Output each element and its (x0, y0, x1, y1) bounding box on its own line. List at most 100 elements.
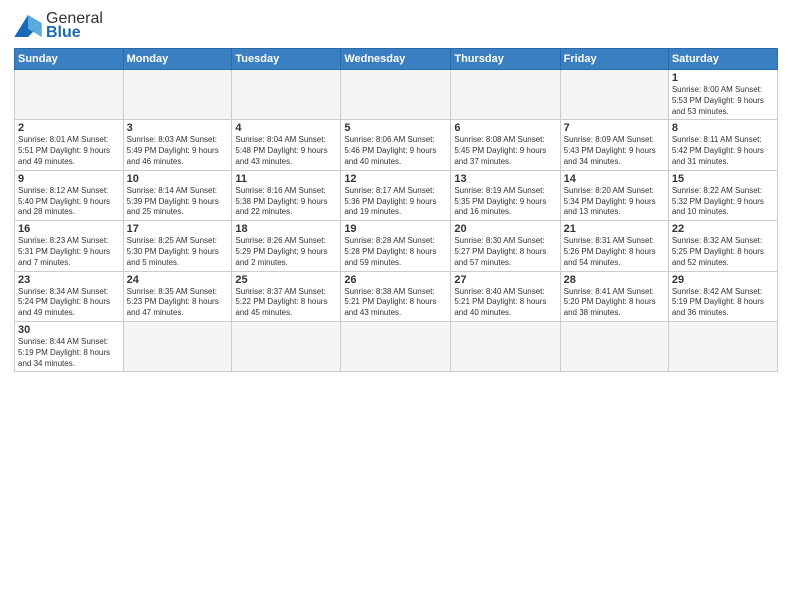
calendar-cell: 9Sunrise: 8:12 AM Sunset: 5:40 PM Daylig… (15, 170, 124, 220)
calendar-week-row: 9Sunrise: 8:12 AM Sunset: 5:40 PM Daylig… (15, 170, 778, 220)
calendar-cell: 26Sunrise: 8:38 AM Sunset: 5:21 PM Dayli… (341, 271, 451, 321)
weekday-header-sunday: Sunday (15, 49, 124, 70)
calendar-week-row: 1Sunrise: 8:00 AM Sunset: 5:53 PM Daylig… (15, 70, 778, 120)
day-number: 18 (235, 223, 337, 235)
day-info: Sunrise: 8:22 AM Sunset: 5:32 PM Dayligh… (672, 186, 774, 218)
day-number: 30 (18, 324, 120, 336)
day-info: Sunrise: 8:19 AM Sunset: 5:35 PM Dayligh… (454, 186, 556, 218)
calendar-cell: 18Sunrise: 8:26 AM Sunset: 5:29 PM Dayli… (232, 221, 341, 271)
calendar-cell: 13Sunrise: 8:19 AM Sunset: 5:35 PM Dayli… (451, 170, 560, 220)
calendar-cell: 2Sunrise: 8:01 AM Sunset: 5:51 PM Daylig… (15, 120, 124, 170)
calendar-cell (15, 70, 124, 120)
day-info: Sunrise: 8:38 AM Sunset: 5:21 PM Dayligh… (344, 287, 447, 319)
calendar-cell: 10Sunrise: 8:14 AM Sunset: 5:39 PM Dayli… (123, 170, 232, 220)
calendar-cell (560, 321, 668, 371)
calendar-week-row: 16Sunrise: 8:23 AM Sunset: 5:31 PM Dayli… (15, 221, 778, 271)
day-info: Sunrise: 8:17 AM Sunset: 5:36 PM Dayligh… (344, 186, 447, 218)
calendar-cell (341, 70, 451, 120)
day-number: 7 (564, 122, 665, 134)
day-info: Sunrise: 8:12 AM Sunset: 5:40 PM Dayligh… (18, 186, 120, 218)
logo: General Blue (14, 10, 103, 42)
day-number: 15 (672, 173, 774, 185)
day-number: 19 (344, 223, 447, 235)
calendar-cell: 25Sunrise: 8:37 AM Sunset: 5:22 PM Dayli… (232, 271, 341, 321)
weekday-header-tuesday: Tuesday (232, 49, 341, 70)
calendar-cell: 11Sunrise: 8:16 AM Sunset: 5:38 PM Dayli… (232, 170, 341, 220)
day-info: Sunrise: 8:03 AM Sunset: 5:49 PM Dayligh… (127, 135, 229, 167)
calendar-cell: 12Sunrise: 8:17 AM Sunset: 5:36 PM Dayli… (341, 170, 451, 220)
calendar-cell: 21Sunrise: 8:31 AM Sunset: 5:26 PM Dayli… (560, 221, 668, 271)
calendar-cell (341, 321, 451, 371)
calendar-table: SundayMondayTuesdayWednesdayThursdayFrid… (14, 48, 778, 372)
day-info: Sunrise: 8:28 AM Sunset: 5:28 PM Dayligh… (344, 236, 447, 268)
calendar-cell (123, 70, 232, 120)
calendar-cell (451, 70, 560, 120)
calendar-cell: 16Sunrise: 8:23 AM Sunset: 5:31 PM Dayli… (15, 221, 124, 271)
calendar-cell (232, 321, 341, 371)
day-info: Sunrise: 8:31 AM Sunset: 5:26 PM Dayligh… (564, 236, 665, 268)
day-number: 2 (18, 122, 120, 134)
day-info: Sunrise: 8:25 AM Sunset: 5:30 PM Dayligh… (127, 236, 229, 268)
calendar-cell: 15Sunrise: 8:22 AM Sunset: 5:32 PM Dayli… (668, 170, 777, 220)
calendar-cell: 30Sunrise: 8:44 AM Sunset: 5:19 PM Dayli… (15, 321, 124, 371)
calendar-week-row: 2Sunrise: 8:01 AM Sunset: 5:51 PM Daylig… (15, 120, 778, 170)
day-number: 3 (127, 122, 229, 134)
day-number: 6 (454, 122, 556, 134)
calendar-cell: 7Sunrise: 8:09 AM Sunset: 5:43 PM Daylig… (560, 120, 668, 170)
day-number: 4 (235, 122, 337, 134)
day-info: Sunrise: 8:16 AM Sunset: 5:38 PM Dayligh… (235, 186, 337, 218)
day-number: 11 (235, 173, 337, 185)
calendar-cell (123, 321, 232, 371)
day-info: Sunrise: 8:40 AM Sunset: 5:21 PM Dayligh… (454, 287, 556, 319)
calendar-cell: 3Sunrise: 8:03 AM Sunset: 5:49 PM Daylig… (123, 120, 232, 170)
calendar-cell: 5Sunrise: 8:06 AM Sunset: 5:46 PM Daylig… (341, 120, 451, 170)
calendar-cell: 20Sunrise: 8:30 AM Sunset: 5:27 PM Dayli… (451, 221, 560, 271)
day-number: 23 (18, 274, 120, 286)
day-info: Sunrise: 8:41 AM Sunset: 5:20 PM Dayligh… (564, 287, 665, 319)
day-info: Sunrise: 8:34 AM Sunset: 5:24 PM Dayligh… (18, 287, 120, 319)
calendar-cell: 6Sunrise: 8:08 AM Sunset: 5:45 PM Daylig… (451, 120, 560, 170)
calendar-header: General Blue (14, 10, 778, 42)
day-number: 10 (127, 173, 229, 185)
day-number: 1 (672, 72, 774, 84)
calendar-week-row: 23Sunrise: 8:34 AM Sunset: 5:24 PM Dayli… (15, 271, 778, 321)
logo-text: General Blue (46, 10, 103, 42)
day-info: Sunrise: 8:06 AM Sunset: 5:46 PM Dayligh… (344, 135, 447, 167)
day-number: 24 (127, 274, 229, 286)
logo-icon (14, 15, 42, 37)
calendar-cell: 1Sunrise: 8:00 AM Sunset: 5:53 PM Daylig… (668, 70, 777, 120)
day-info: Sunrise: 8:35 AM Sunset: 5:23 PM Dayligh… (127, 287, 229, 319)
weekday-header-row: SundayMondayTuesdayWednesdayThursdayFrid… (15, 49, 778, 70)
day-info: Sunrise: 8:32 AM Sunset: 5:25 PM Dayligh… (672, 236, 774, 268)
calendar-cell: 14Sunrise: 8:20 AM Sunset: 5:34 PM Dayli… (560, 170, 668, 220)
day-number: 22 (672, 223, 774, 235)
calendar-cell: 4Sunrise: 8:04 AM Sunset: 5:48 PM Daylig… (232, 120, 341, 170)
calendar-cell: 8Sunrise: 8:11 AM Sunset: 5:42 PM Daylig… (668, 120, 777, 170)
day-number: 20 (454, 223, 556, 235)
day-number: 8 (672, 122, 774, 134)
day-number: 9 (18, 173, 120, 185)
day-number: 21 (564, 223, 665, 235)
day-number: 5 (344, 122, 447, 134)
day-number: 26 (344, 274, 447, 286)
day-info: Sunrise: 8:01 AM Sunset: 5:51 PM Dayligh… (18, 135, 120, 167)
calendar-week-row: 30Sunrise: 8:44 AM Sunset: 5:19 PM Dayli… (15, 321, 778, 371)
day-number: 14 (564, 173, 665, 185)
day-number: 16 (18, 223, 120, 235)
calendar-cell (232, 70, 341, 120)
day-info: Sunrise: 8:00 AM Sunset: 5:53 PM Dayligh… (672, 85, 774, 117)
day-number: 17 (127, 223, 229, 235)
day-number: 25 (235, 274, 337, 286)
day-info: Sunrise: 8:23 AM Sunset: 5:31 PM Dayligh… (18, 236, 120, 268)
day-number: 13 (454, 173, 556, 185)
day-info: Sunrise: 8:37 AM Sunset: 5:22 PM Dayligh… (235, 287, 337, 319)
weekday-header-saturday: Saturday (668, 49, 777, 70)
calendar-cell: 17Sunrise: 8:25 AM Sunset: 5:30 PM Dayli… (123, 221, 232, 271)
day-number: 27 (454, 274, 556, 286)
weekday-header-thursday: Thursday (451, 49, 560, 70)
day-info: Sunrise: 8:26 AM Sunset: 5:29 PM Dayligh… (235, 236, 337, 268)
calendar-cell: 19Sunrise: 8:28 AM Sunset: 5:28 PM Dayli… (341, 221, 451, 271)
calendar-cell: 23Sunrise: 8:34 AM Sunset: 5:24 PM Dayli… (15, 271, 124, 321)
calendar-cell: 28Sunrise: 8:41 AM Sunset: 5:20 PM Dayli… (560, 271, 668, 321)
calendar-cell: 22Sunrise: 8:32 AM Sunset: 5:25 PM Dayli… (668, 221, 777, 271)
